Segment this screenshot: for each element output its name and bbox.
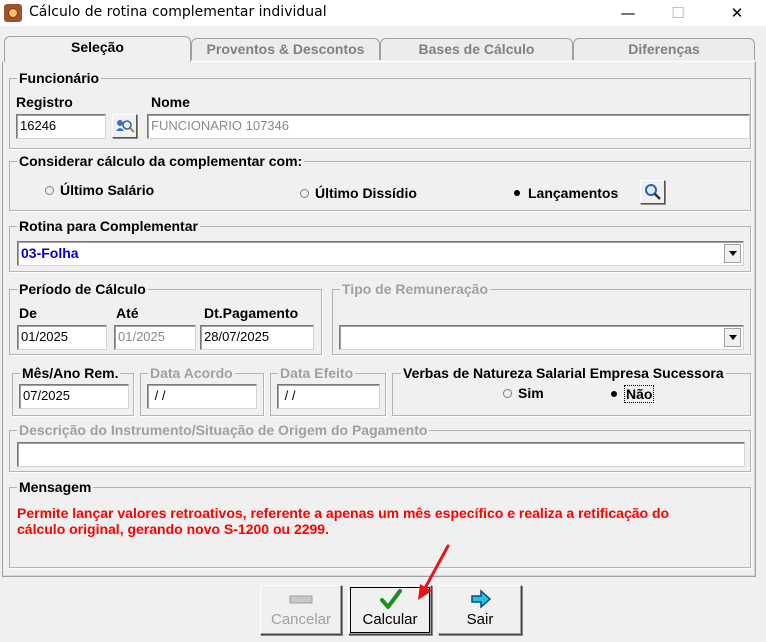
close-button[interactable]: ✕ (714, 0, 760, 26)
mes-ano-input[interactable]: 07/2025 (19, 384, 129, 409)
radio-verbas-nao[interactable]: Não (609, 385, 655, 403)
data-acordo-group-title: Data Acordo (148, 365, 235, 381)
tab-bases-calculo[interactable]: Bases de Cálculo (380, 38, 573, 60)
considerar-group-title: Considerar cálculo da complementar com: (17, 153, 305, 169)
calcular-label: Calcular (362, 611, 418, 628)
radio-indicator-selected (609, 389, 619, 399)
exit-arrow-icon (471, 589, 492, 609)
title-bar: Cálculo de rotina complementar individua… (0, 0, 766, 26)
nome-input[interactable]: FUNCIONARIO 107346 (147, 114, 750, 139)
window-title: Cálculo de rotina complementar individua… (29, 4, 327, 20)
data-acordo-input[interactable]: / / (147, 384, 257, 409)
ate-input[interactable]: 01/2025 (114, 325, 196, 350)
radio-lancamentos[interactable]: Lançamentos (512, 185, 618, 201)
app-icon (4, 4, 22, 22)
mensagem-line-1: Permite lançar valores retroativos, refe… (17, 505, 670, 521)
magnifier-icon (644, 184, 661, 200)
radio-ultimo-dissidio[interactable]: Último Dissídio (300, 185, 417, 201)
nome-label: Nome (151, 94, 190, 110)
tipo-remuneracao-select[interactable] (339, 325, 744, 350)
periodo-group-title: Período de Cálculo (17, 281, 148, 297)
verbas-group-title: Verbas de Natureza Salarial Empresa Suce… (401, 365, 726, 381)
radio-ultimo-salario-label: Último Salário (60, 182, 155, 198)
rotina-select[interactable]: 03-Folha (17, 241, 744, 266)
radio-indicator (300, 188, 309, 198)
minimize-button[interactable]: — (605, 0, 651, 26)
de-input[interactable]: 01/2025 (17, 325, 107, 350)
tipo-remuneracao-group-title: Tipo de Remuneração (340, 281, 491, 297)
lancamentos-search-button[interactable] (640, 180, 665, 204)
maximize-button[interactable]: ☐ (655, 0, 701, 26)
de-label: De (19, 305, 37, 321)
rotina-group-title: Rotina para Complementar (17, 218, 200, 234)
tab-diferencas[interactable]: Diferenças (573, 38, 755, 60)
cancel-icon (289, 595, 313, 604)
descricao-group-title: Descrição do Instrumento/Situação de Ori… (17, 422, 430, 438)
annotation-arrow-icon (418, 544, 450, 600)
data-efeito-group-title: Data Efeito (278, 365, 356, 381)
data-efeito-input[interactable]: / / (277, 384, 380, 409)
dt-pagamento-input[interactable]: 28/07/2025 (200, 325, 314, 350)
dt-pagamento-label: Dt.Pagamento (204, 305, 299, 321)
tab-proventos-descontos[interactable]: Proventos & Descontos (191, 38, 380, 60)
search-employee-button[interactable] (112, 114, 137, 138)
verbas-group: Verbas de Natureza Salarial Empresa Suce… (392, 365, 751, 416)
radio-indicator (503, 388, 512, 398)
chevron-down-icon[interactable] (724, 328, 741, 347)
mes-ano-group-title: Mês/Ano Rem. (20, 365, 121, 381)
cancelar-button[interactable]: Cancelar (260, 585, 342, 635)
radio-ultimo-salario[interactable]: Último Salário (45, 182, 154, 198)
tab-selecao[interactable]: Seleção (4, 36, 191, 62)
checkmark-icon (380, 589, 402, 609)
cancelar-label: Cancelar (270, 611, 332, 628)
mensagem-line-2: cálculo original, gerando novo S-1200 ou… (17, 521, 329, 537)
radio-verbas-sim-label: Sim (518, 385, 544, 401)
radio-indicator (45, 185, 54, 195)
sair-label: Sair (466, 611, 494, 628)
radio-verbas-sim[interactable]: Sim (503, 385, 544, 401)
radio-verbas-nao-label: Não (623, 385, 655, 403)
ate-label: Até (116, 305, 139, 321)
registro-input[interactable]: 16246 (16, 114, 106, 139)
funcionario-group-title: Funcionário (17, 70, 102, 86)
mensagem-group-title: Mensagem (17, 479, 94, 495)
chevron-down-icon[interactable] (724, 244, 741, 263)
radio-lancamentos-label: Lançamentos (528, 185, 619, 201)
radio-ultimo-dissidio-label: Último Dissídio (315, 185, 417, 201)
descricao-input[interactable] (17, 442, 745, 467)
people-search-icon (115, 120, 135, 133)
rotina-select-value: 03-Folha (21, 245, 79, 261)
registro-label: Registro (16, 94, 73, 110)
radio-indicator-selected (512, 188, 522, 198)
